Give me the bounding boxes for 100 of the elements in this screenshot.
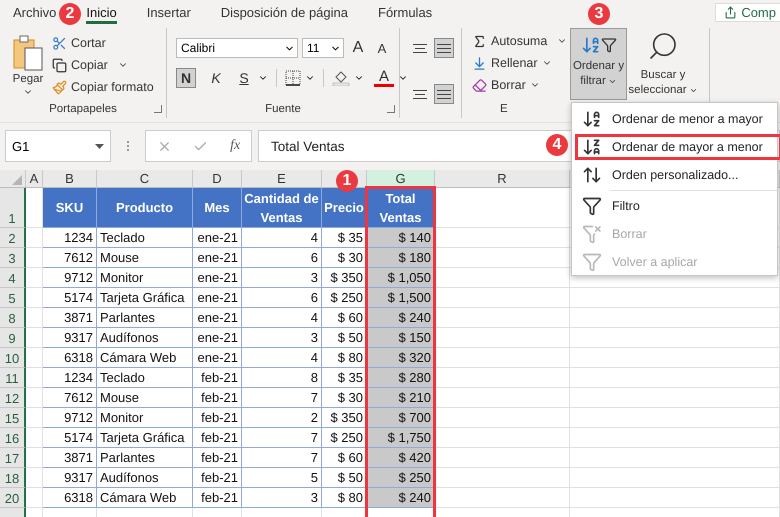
sort-filter-button[interactable]: Ordenar y filtrar — [570, 28, 627, 100]
column-header[interactable]: D — [193, 170, 242, 188]
table-cell: $ 1,500 — [367, 288, 435, 308]
empty-cell[interactable] — [570, 308, 780, 328]
table-cell: $ 700 — [367, 408, 435, 428]
ribbon-tab[interactable]: Inicio — [86, 0, 117, 24]
empty-cell[interactable] — [570, 368, 780, 388]
column-header[interactable]: A — [26, 170, 43, 188]
align-button[interactable] — [434, 38, 454, 58]
row-number[interactable]: 20 — [0, 488, 26, 508]
header-cell: Mes — [193, 188, 242, 228]
clipboard-icon — [12, 34, 44, 72]
fill-down-icon — [472, 56, 487, 70]
row-number[interactable]: 9 — [0, 328, 26, 348]
caret-icon — [688, 86, 698, 95]
column-header[interactable]: B — [43, 170, 97, 188]
sort-descending-icon — [582, 137, 602, 157]
table-cell: Mouse — [97, 388, 193, 408]
clear-button[interactable]: Borrar — [472, 74, 570, 96]
align-button[interactable] — [434, 84, 454, 104]
row-number[interactable]: 10 — [0, 348, 26, 368]
custom-sort-icon — [582, 165, 602, 185]
find-select-button[interactable]: Buscar y seleccionar — [627, 28, 699, 100]
empty-cell[interactable] — [570, 408, 780, 428]
fill-button[interactable]: Rellenar — [472, 52, 570, 74]
table-cell: Mouse — [97, 248, 193, 268]
header-cell: SKU — [43, 188, 97, 228]
row-number[interactable]: 3 — [0, 248, 26, 268]
table-cell: ene-21 — [193, 288, 242, 308]
empty-cell[interactable] — [570, 348, 780, 368]
row-number[interactable]: 11 — [0, 368, 26, 388]
table-cell: Audífonos — [97, 328, 193, 348]
ribbon-tab[interactable]: Fórmulas — [378, 0, 432, 24]
table-cell: 3871 — [43, 308, 97, 328]
autosum-button[interactable]: Autosuma — [472, 30, 570, 52]
paste-button[interactable]: Pegar — [10, 32, 46, 100]
column-header[interactable]: C — [97, 170, 193, 188]
table-cell: 3871 — [43, 448, 97, 468]
filter-icon — [582, 196, 602, 216]
format-painter-button[interactable]: Copiar formato — [52, 76, 154, 98]
table-cell: 7 — [242, 388, 322, 408]
share-button[interactable]: Comp — [715, 3, 780, 22]
table-cell: 7 — [242, 428, 322, 448]
table-cell: ene-21 — [193, 228, 242, 248]
cut-button[interactable]: Cortar — [52, 32, 154, 54]
empty-cell[interactable] — [570, 428, 780, 448]
italic-button[interactable]: K — [206, 68, 226, 88]
font-name-select[interactable]: Calibri — [176, 38, 298, 58]
dialog-launcher-icon[interactable] — [154, 105, 162, 113]
select-all-icon[interactable] — [12, 175, 22, 185]
empty-cell[interactable] — [570, 468, 780, 488]
grow-font-button[interactable]: A — [348, 38, 368, 58]
table-cell: 9317 — [43, 468, 97, 488]
font-color-button[interactable]: A — [374, 69, 394, 87]
insert-function-button[interactable]: fx — [230, 138, 240, 154]
ribbon-tab[interactable]: Insertar — [146, 0, 191, 24]
row-number[interactable]: 12 — [0, 388, 26, 408]
copy-button[interactable]: Copiar — [52, 54, 154, 76]
row-number[interactable]: 18 — [0, 468, 26, 488]
dialog-launcher-icon[interactable] — [387, 105, 395, 113]
table-cell: $ 180 — [367, 248, 435, 268]
column-header[interactable]: E — [242, 170, 322, 188]
row-number[interactable]: 4 — [0, 268, 26, 288]
row-number[interactable]: 1 — [0, 188, 26, 228]
empty-cell[interactable] — [570, 328, 780, 348]
row-number[interactable]: 16 — [0, 428, 26, 448]
column-header[interactable]: R — [435, 170, 570, 188]
font-size-select[interactable]: 11 — [302, 38, 344, 58]
row-number[interactable]: 2 — [0, 228, 26, 248]
menu-item[interactable]: Orden personalizado... — [572, 161, 777, 189]
table-cell: Cámara Web — [97, 348, 193, 368]
row-number[interactable]: 5 — [0, 288, 26, 308]
sort-filter-icon — [580, 35, 616, 55]
table-cell: $ 1,050 — [367, 268, 435, 288]
ribbon-tab[interactable]: Disposición de página — [220, 0, 348, 24]
table-cell: feb-21 — [193, 468, 242, 488]
clear-filter-icon — [582, 224, 602, 244]
table-cell: Teclado — [97, 368, 193, 388]
menu-item[interactable]: Filtro — [572, 192, 777, 220]
menu-item[interactable]: Ordenar de menor a mayor — [572, 105, 777, 133]
bold-button[interactable]: N — [176, 68, 196, 88]
sigma-icon — [472, 34, 487, 48]
table-cell: 8 — [242, 368, 322, 388]
table-cell: 4 — [242, 228, 322, 248]
table-cell: Parlantes — [97, 448, 193, 468]
empty-cell[interactable] — [570, 448, 780, 468]
shrink-font-button[interactable]: A — [372, 38, 392, 58]
table-cell: 7612 — [43, 248, 97, 268]
table-cell: 1234 — [43, 368, 97, 388]
empty-cell[interactable] — [570, 388, 780, 408]
row-number[interactable]: 8 — [0, 308, 26, 328]
row-number[interactable]: 15 — [0, 408, 26, 428]
row-number[interactable]: 17 — [0, 448, 26, 468]
empty-cell[interactable] — [570, 288, 780, 308]
empty-cell[interactable] — [570, 488, 780, 508]
name-box[interactable]: G1 — [5, 130, 111, 162]
eraser-icon — [472, 78, 487, 92]
ribbon-tab[interactable]: Archivo — [13, 0, 56, 24]
underline-button[interactable]: S — [234, 68, 254, 88]
menu-item[interactable]: Ordenar de mayor a menor — [574, 133, 780, 161]
